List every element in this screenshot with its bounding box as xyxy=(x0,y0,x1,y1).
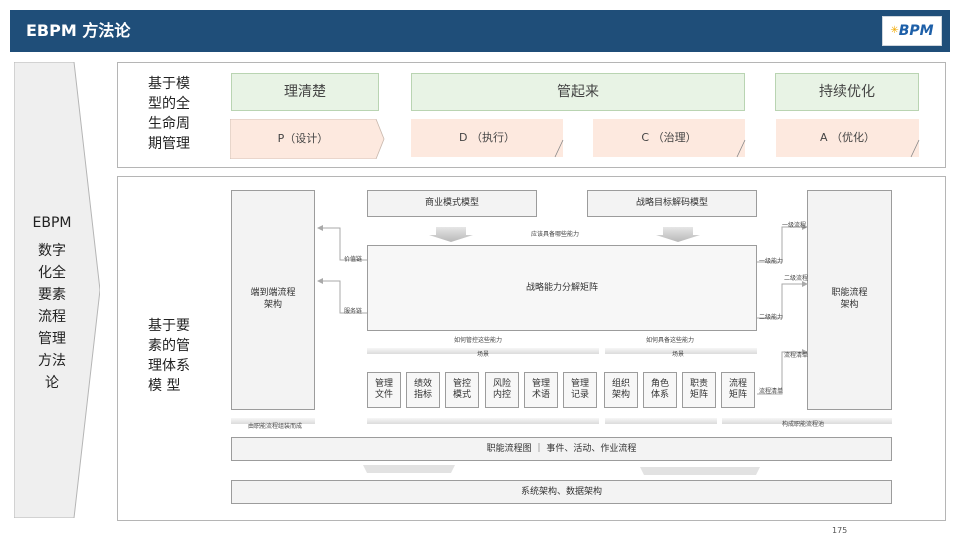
strategy-capability-matrix: 战略能力分解矩阵 xyxy=(367,245,757,331)
cell-management-docs: 管理 文件 xyxy=(367,372,401,408)
control-caption: 如何管控这些能力 xyxy=(454,337,503,344)
arrow-label-l1-process: 一级流程 xyxy=(782,222,807,229)
prepare-caption: 如何具备这些能力 xyxy=(646,337,695,344)
cell-process-matrix: 流程 矩阵 xyxy=(721,372,755,408)
arrow-label-process-list: 流程清单 xyxy=(784,352,809,359)
cell-management-records: 管理 记录 xyxy=(563,372,597,408)
cell-control-mode: 管控 模式 xyxy=(445,372,479,408)
scene-label-left: 场景 xyxy=(477,351,490,358)
cell-performance-kpi: 绩效 指标 xyxy=(406,372,440,408)
capability-caption: 应该具备哪些能力 xyxy=(531,231,580,238)
arrow-label-value-chain: 价值链 xyxy=(344,256,363,263)
arrow-label-l1-capability: 一级能力 xyxy=(759,258,784,265)
functional-process-bar: 职能流程图 ｜ 事件、活动、作业流程 xyxy=(231,437,892,461)
cells-strip-right xyxy=(605,418,717,424)
cell-org-structure: 组织 架构 xyxy=(604,372,638,408)
arrow-label-l2-process: 二级流程 xyxy=(784,275,809,282)
arrow-label-service-chain: 服务链 xyxy=(344,308,363,315)
cells-strip-left xyxy=(367,418,599,424)
arrow-label-process-list-2: 流程清单 xyxy=(759,388,784,395)
cell-risk-control: 风险 内控 xyxy=(485,372,519,408)
page-number: 175 xyxy=(832,526,848,535)
system-architecture-bar: 系统架构、数据架构 xyxy=(231,480,892,504)
cell-role-system: 角色 体系 xyxy=(643,372,677,408)
cell-duty-matrix: 职责 矩阵 xyxy=(682,372,716,408)
scene-label-right: 场景 xyxy=(672,351,685,358)
arrow-label-l2-capability: 二级能力 xyxy=(759,314,784,321)
cell-management-terms: 管理 术语 xyxy=(524,372,558,408)
